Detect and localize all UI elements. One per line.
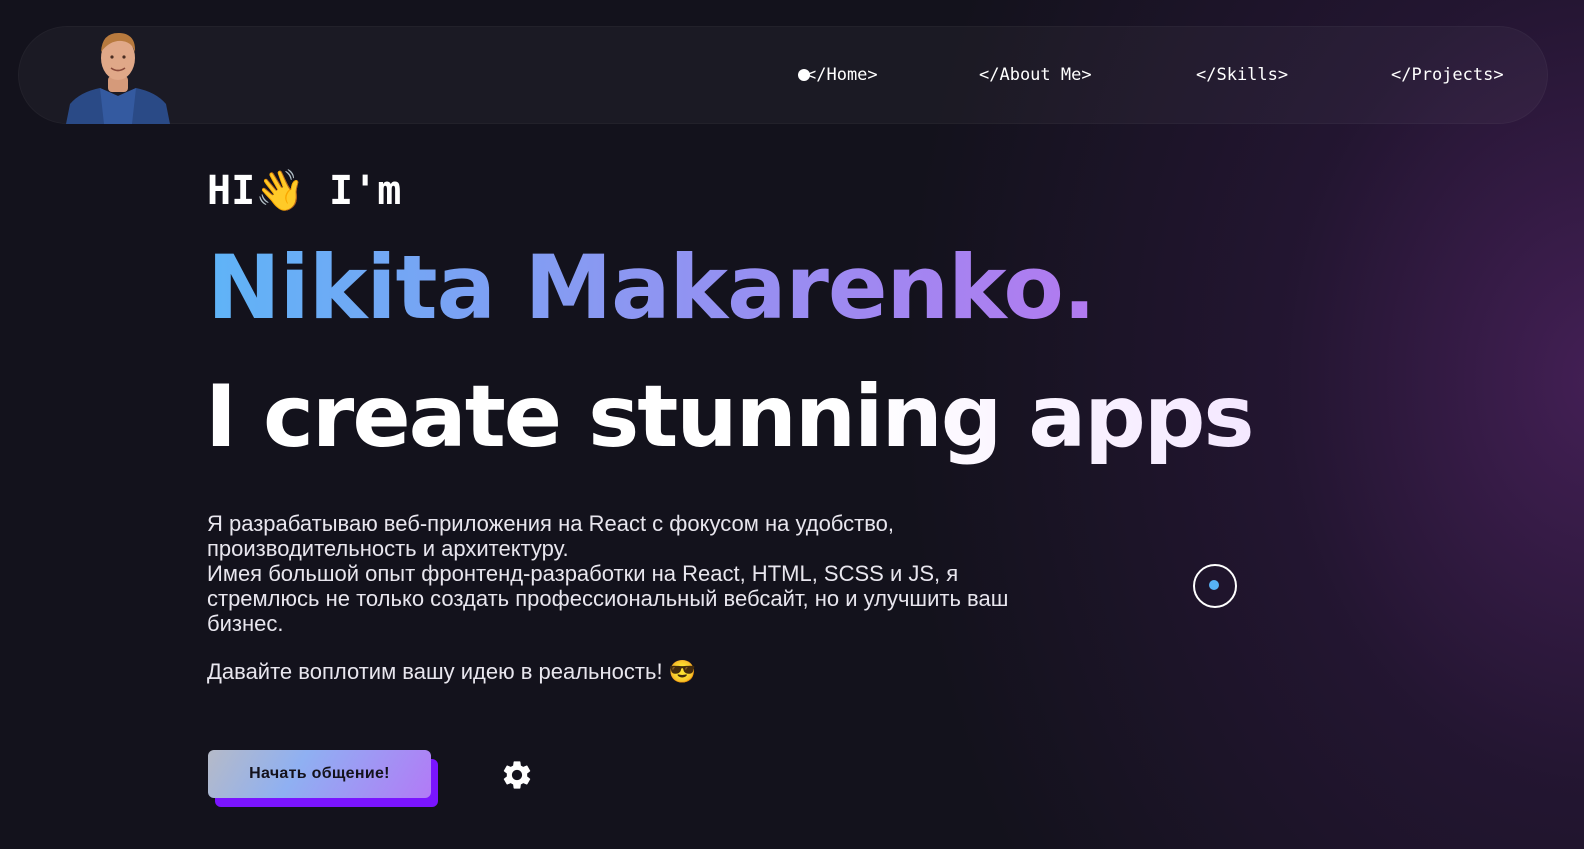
hero-name: Nikita Makarenko.	[207, 234, 1096, 342]
nav-link-home[interactable]: </Home>	[806, 66, 878, 84]
description-line: Имея большой опыт фронтенд-разработки на…	[207, 561, 1009, 636]
custom-cursor-dot	[1209, 580, 1219, 590]
avatar[interactable]	[66, 26, 170, 124]
nav-link-projects[interactable]: </Projects>	[1391, 66, 1504, 84]
greeting-text: HI👋 I'm	[207, 168, 402, 214]
gear-icon[interactable]	[500, 758, 534, 792]
hero-tagline: I create stunning apps	[205, 362, 1255, 472]
contact-button-wrapper: Начать общение!	[208, 750, 438, 808]
nav-link-about-me[interactable]: </About Me>	[979, 66, 1092, 84]
hero-description: Я разрабатываю веб-приложения на React с…	[207, 511, 1037, 636]
call-to-action-text: Давайте воплотим вашу идею в реальность!…	[207, 659, 697, 684]
description-line: Я разрабатываю веб-приложения на React с…	[207, 511, 895, 561]
nav-link-skills[interactable]: </Skills>	[1196, 66, 1288, 84]
navbar: </Home> </About Me> </Skills> </Projects…	[18, 26, 1548, 124]
start-conversation-button[interactable]: Начать общение!	[208, 750, 431, 798]
